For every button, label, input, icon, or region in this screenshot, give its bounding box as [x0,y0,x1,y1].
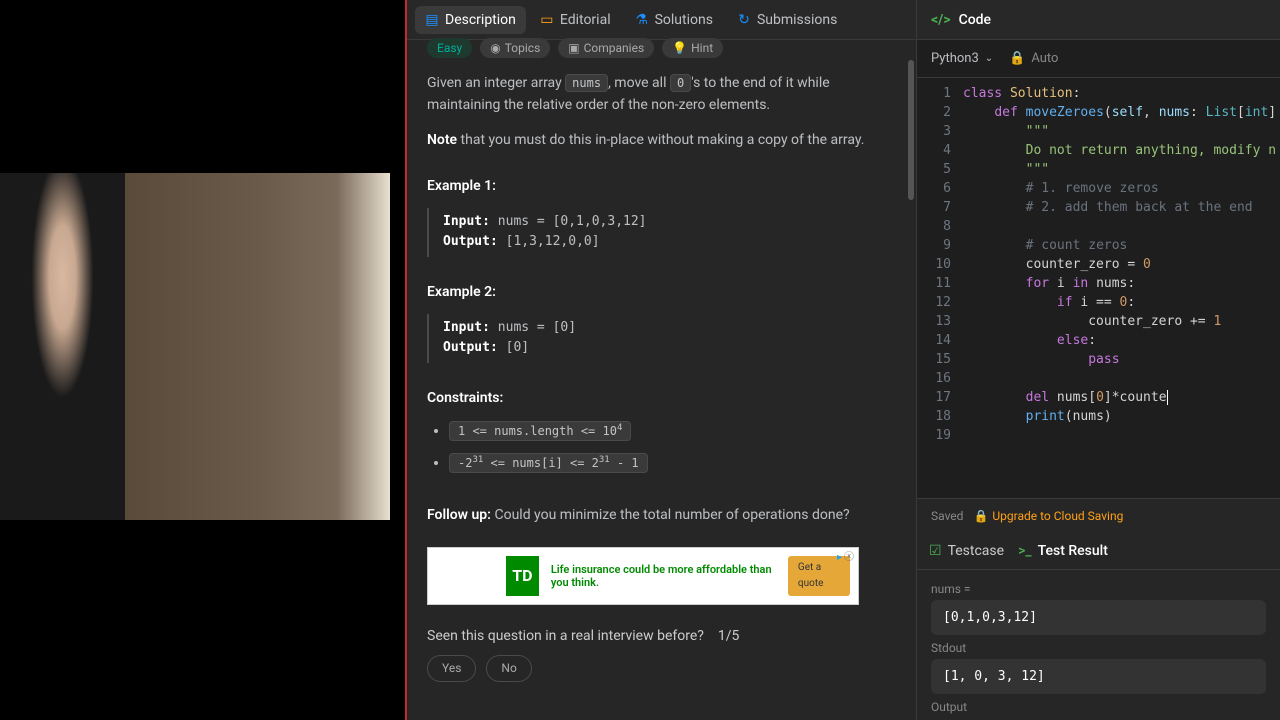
tab-description[interactable]: ▤ Description [415,6,526,34]
left-dark-panel [0,0,407,720]
code-panel: </> Code Python3 ⌄ 🔒 Auto 12345678910111… [917,0,1280,720]
webcam-feed [0,173,390,520]
tab-editorial[interactable]: ▭ Editorial [530,6,621,34]
code-zero: 0 [670,74,691,92]
example1-heading: Example 1: [427,175,896,197]
code-nums: nums [565,74,608,92]
tab-testcase[interactable]: ☑ Testcase [929,543,1004,559]
book-icon: ▭ [540,13,554,27]
problem-tabs: ▤ Description ▭ Editorial ⚗ Solutions ↻ … [407,0,916,40]
tab-label: Solutions [655,12,713,28]
saved-label: Saved [931,509,963,523]
webcam-person [0,173,125,520]
line-gutter: 12345678910111213141516171819 [917,78,963,498]
flask-icon: ⚗ [635,13,649,27]
stdout-label: Stdout [931,641,1266,655]
code-header: </> Code [917,0,1280,40]
interview-question-row: Seen this question in a real interview b… [427,625,896,647]
webcam-background [125,173,390,520]
ad-logo: TD [506,556,539,596]
nums-label: nums = [931,582,1266,596]
lock-icon: 🔒 [1009,51,1025,66]
interview-count: 1/5 [718,625,740,647]
auto-toggle[interactable]: 🔒 Auto [1009,51,1058,66]
results-tabs: ☑ Testcase >_ Test Result [917,532,1280,570]
yes-button[interactable]: Yes [427,655,476,682]
tab-test-result[interactable]: >_ Test Result [1018,543,1108,559]
stdout-value: [1, 0, 3, 12] [931,659,1266,694]
results-panel: ☑ Testcase >_ Test Result nums = [0,1,0,… [917,532,1280,720]
tab-submissions[interactable]: ↻ Submissions [727,6,847,34]
lock-icon: 🔒 [973,509,988,523]
check-icon: ☑ [929,543,942,559]
main-area: ▤ Description ▭ Editorial ⚗ Solutions ↻ … [407,0,1280,720]
terminal-icon: >_ [1018,543,1032,559]
description-panel: ▤ Description ▭ Editorial ⚗ Solutions ↻ … [407,0,917,720]
ad-controls: ▸ ⓧ [837,550,854,566]
code-content[interactable]: class Solution: def moveZeroes(self, num… [963,78,1276,498]
difficulty-tag: Easy [427,38,472,58]
constraints-list: 1 <= nums.length <= 104 -231 <= nums[i] … [427,420,896,475]
tags-row: Easy ◉ Topics ▣ Companies 💡 Hint [407,38,916,58]
tab-solutions[interactable]: ⚗ Solutions [625,6,723,34]
problem-intro: Given an integer array nums, move all 0'… [427,72,896,117]
tab-label: Editorial [560,12,611,28]
results-body: nums = [0,1,0,3,12] Stdout [1, 0, 3, 12]… [917,570,1280,720]
scrollbar[interactable] [908,60,914,200]
language-select[interactable]: Python3 ⌄ [931,51,993,66]
example1-block: Input: nums = [0,1,0,3,12] Output: [1,3,… [427,208,896,258]
output-label: Output [931,700,1266,714]
no-button[interactable]: No [486,655,531,682]
example2-heading: Example 2: [427,281,896,303]
tab-label: Description [445,12,516,28]
hint-tag[interactable]: 💡 Hint [662,38,723,58]
doc-icon: ▤ [425,13,439,27]
code-icon: </> [931,12,951,28]
companies-tag[interactable]: ▣ Companies [558,38,654,58]
topics-tag[interactable]: ◉ Topics [480,38,550,58]
constraints-heading: Constraints: [427,387,896,409]
example2-block: Input: nums = [0] Output: [0] [427,314,896,364]
nums-value: [0,1,0,3,12] [931,600,1266,635]
problem-content: Given an integer array nums, move all 0'… [407,58,916,720]
constraint-item: 1 <= nums.length <= 104 [449,420,896,442]
ad-text: Life insurance could be more affordable … [551,563,774,589]
chevron-down-icon: ⌄ [985,53,993,64]
constraint-item: -231 <= nums[i] <= 231 - 1 [449,452,896,474]
upgrade-link[interactable]: 🔒 Upgrade to Cloud Saving [973,509,1123,523]
ad-close-icon[interactable]: ⓧ [844,550,854,566]
followup: Follow up: Could you minimize the total … [427,504,896,526]
ad-banner[interactable]: TD Life insurance could be more affordab… [427,547,859,605]
tab-label: Submissions [757,12,837,28]
code-editor[interactable]: 12345678910111213141516171819 class Solu… [917,78,1280,498]
code-title: Code [959,12,991,28]
problem-note: Note that you must do this in-place with… [427,129,896,151]
saved-row: Saved 🔒 Upgrade to Cloud Saving [917,498,1280,532]
interview-q-text: Seen this question in a real interview b… [427,625,704,647]
clock-icon: ↻ [737,13,751,27]
code-toolbar: Python3 ⌄ 🔒 Auto [917,40,1280,78]
ad-info-icon[interactable]: ▸ [837,550,842,566]
